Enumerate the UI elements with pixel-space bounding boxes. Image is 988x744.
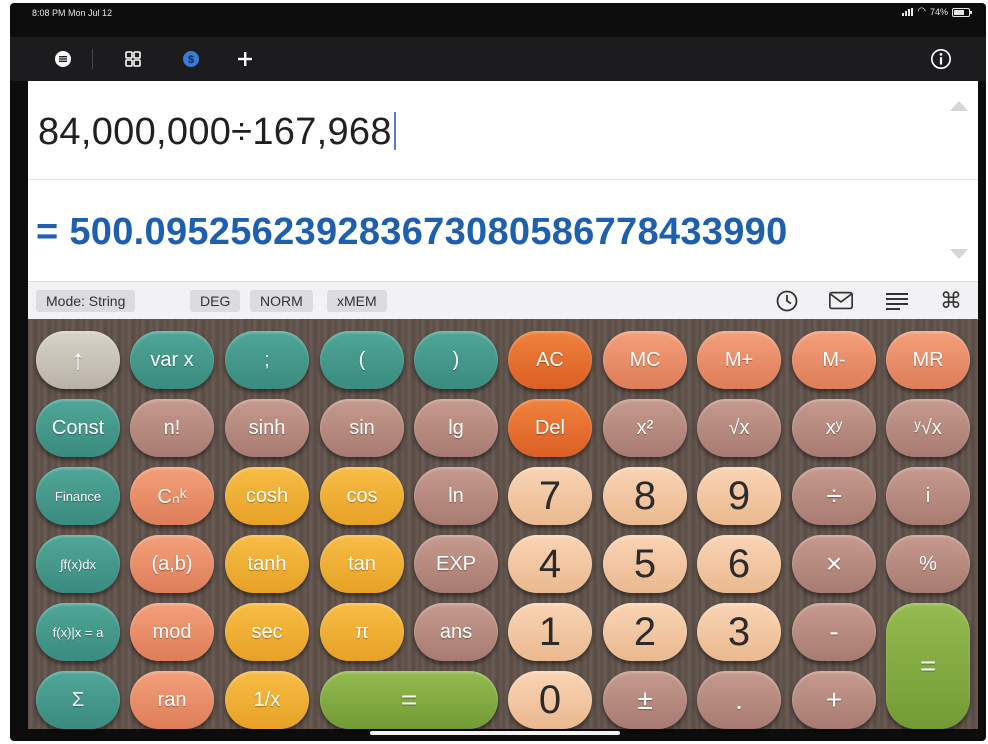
key-ln[interactable]: ln bbox=[414, 467, 498, 525]
key-mod[interactable]: mod bbox=[130, 603, 214, 661]
ipad-screen: 8:08 PM Mon Jul 12 ◠ 74% $ 84,000,000÷16… bbox=[10, 3, 986, 741]
key-power[interactable]: xʸ bbox=[792, 399, 876, 457]
key-multiply[interactable]: × bbox=[792, 535, 876, 593]
key-mr[interactable]: MR bbox=[886, 331, 970, 389]
key-7[interactable]: 7 bbox=[508, 467, 592, 525]
signal-icon bbox=[902, 8, 914, 16]
key-sqrt[interactable]: √x bbox=[697, 399, 781, 457]
key-m-plus[interactable]: M+ bbox=[697, 331, 781, 389]
key-percent[interactable]: % bbox=[886, 535, 970, 593]
scroll-down-icon[interactable] bbox=[950, 249, 968, 259]
expression-text: 84,000,000÷167,968 bbox=[38, 111, 392, 153]
key-exp[interactable]: EXP bbox=[414, 535, 498, 593]
status-bar: 8:08 PM Mon Jul 12 ◠ 74% bbox=[10, 3, 986, 25]
key-reciprocal[interactable]: 1/x bbox=[225, 671, 309, 729]
key-semicolon[interactable]: ; bbox=[225, 331, 309, 389]
text-cursor bbox=[393, 112, 396, 150]
key-nth-root[interactable]: ʸ√x bbox=[886, 399, 970, 457]
key-sin[interactable]: sin bbox=[320, 399, 404, 457]
key-open-paren[interactable]: ( bbox=[320, 331, 404, 389]
add-icon[interactable] bbox=[234, 48, 256, 70]
battery-percent: 74% bbox=[929, 7, 948, 17]
key-plus[interactable]: + bbox=[792, 671, 876, 729]
keypad: ↑ var x ; ( ) AC MC M+ M- MR Const n! si… bbox=[28, 319, 978, 729]
status-indicators: ◠ 74% bbox=[902, 6, 972, 17]
key-cos[interactable]: cos bbox=[320, 467, 404, 525]
result-text: = 500.095256239283673080586778433990 bbox=[36, 211, 788, 253]
key-6[interactable]: 6 bbox=[697, 535, 781, 593]
command-icon[interactable]: ⌘ bbox=[938, 288, 964, 314]
key-9[interactable]: 9 bbox=[697, 467, 781, 525]
info-icon[interactable] bbox=[930, 48, 952, 70]
key-ac[interactable]: AC bbox=[508, 331, 592, 389]
key-const[interactable]: Const bbox=[36, 399, 120, 457]
key-tanh[interactable]: tanh bbox=[225, 535, 309, 593]
key-5[interactable]: 5 bbox=[603, 535, 687, 593]
key-sinh[interactable]: sinh bbox=[225, 399, 309, 457]
key-sum[interactable]: Σ bbox=[36, 671, 120, 729]
key-del[interactable]: Del bbox=[508, 399, 592, 457]
key-lg[interactable]: lg bbox=[414, 399, 498, 457]
key-2[interactable]: 2 bbox=[603, 603, 687, 661]
key-factorial[interactable]: n! bbox=[130, 399, 214, 457]
key-mc[interactable]: MC bbox=[603, 331, 687, 389]
svg-text:$: $ bbox=[188, 54, 194, 66]
key-plus-minus[interactable]: ± bbox=[603, 671, 687, 729]
app-toolbar: $ bbox=[10, 37, 986, 81]
key-combination[interactable]: Cₙᵏ bbox=[130, 467, 214, 525]
expression-line[interactable]: 84,000,000÷167,968 bbox=[38, 111, 396, 154]
angle-chip[interactable]: DEG bbox=[190, 290, 241, 312]
format-chip[interactable]: NORM bbox=[250, 290, 313, 312]
key-interval[interactable]: (a,b) bbox=[130, 535, 214, 593]
info-bar: Mode: String DEG NORM xMEM ⌘ bbox=[28, 281, 978, 319]
key-0[interactable]: 0 bbox=[508, 671, 592, 729]
status-time: 8:08 PM Mon Jul 12 bbox=[32, 8, 113, 18]
key-sec[interactable]: sec bbox=[225, 603, 309, 661]
key-imaginary[interactable]: i bbox=[886, 467, 970, 525]
key-m-minus[interactable]: M- bbox=[792, 331, 876, 389]
key-1[interactable]: 1 bbox=[508, 603, 592, 661]
key-random[interactable]: ran bbox=[130, 671, 214, 729]
memory-chip[interactable]: xMEM bbox=[327, 290, 387, 312]
menu-icon[interactable] bbox=[52, 48, 74, 70]
mail-icon[interactable] bbox=[828, 288, 854, 314]
key-decimal[interactable]: . bbox=[697, 671, 781, 729]
key-cosh[interactable]: cosh bbox=[225, 467, 309, 525]
divider bbox=[28, 179, 978, 180]
history-icon[interactable] bbox=[774, 288, 800, 314]
key-finance[interactable]: Finance bbox=[36, 467, 120, 525]
key-minus[interactable]: - bbox=[792, 603, 876, 661]
key-ans[interactable]: ans bbox=[414, 603, 498, 661]
battery-icon bbox=[952, 7, 972, 17]
wifi-icon: ◠ bbox=[917, 6, 926, 17]
home-indicator[interactable] bbox=[370, 731, 620, 735]
key-8[interactable]: 8 bbox=[603, 467, 687, 525]
key-square[interactable]: x² bbox=[603, 399, 687, 457]
key-divide[interactable]: ÷ bbox=[792, 467, 876, 525]
toolbar-divider bbox=[92, 49, 93, 69]
key-equals-wide[interactable]: = bbox=[320, 671, 498, 729]
key-var-x[interactable]: var x bbox=[130, 331, 214, 389]
key-evaluate-at[interactable]: f(x)|x = a bbox=[36, 603, 120, 661]
key-integral[interactable]: ∫f(x)dx bbox=[36, 535, 120, 593]
key-pi[interactable]: π bbox=[320, 603, 404, 661]
key-tan[interactable]: tan bbox=[320, 535, 404, 593]
mode-chip[interactable]: Mode: String bbox=[36, 290, 136, 312]
grid-icon[interactable] bbox=[122, 48, 144, 70]
key-shift[interactable]: ↑ bbox=[36, 331, 120, 389]
currency-icon[interactable]: $ bbox=[180, 48, 202, 70]
text-icon[interactable] bbox=[884, 288, 910, 314]
key-equals-tall[interactable]: = bbox=[886, 603, 970, 729]
key-close-paren[interactable]: ) bbox=[414, 331, 498, 389]
calculator-display: 84,000,000÷167,968 = 500.095256239283673… bbox=[28, 81, 978, 281]
key-3[interactable]: 3 bbox=[697, 603, 781, 661]
key-4[interactable]: 4 bbox=[508, 535, 592, 593]
scroll-up-icon[interactable] bbox=[950, 101, 968, 111]
